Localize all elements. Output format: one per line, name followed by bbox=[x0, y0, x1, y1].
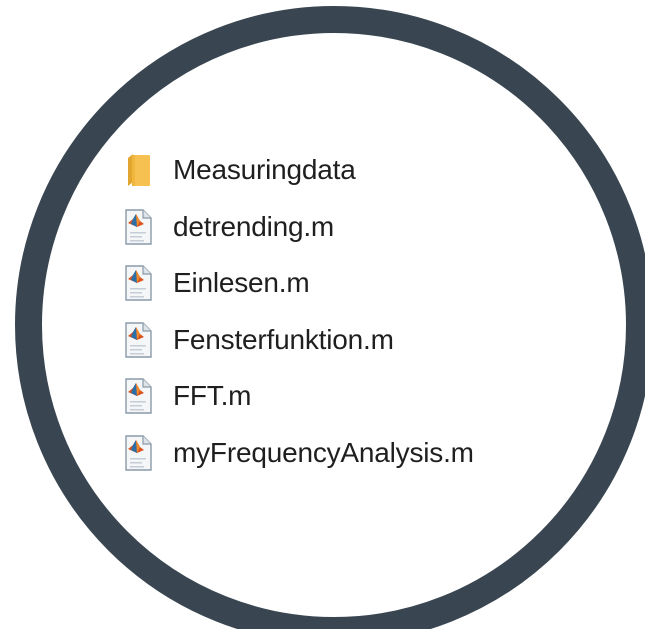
folder-item-measuringdata[interactable]: Measuringdata bbox=[122, 142, 474, 199]
matlab-file-icon bbox=[122, 207, 158, 247]
file-name: FFT.m bbox=[173, 380, 252, 412]
file-item-myfrequencyanalysis[interactable]: myFrequencyAnalysis.m bbox=[122, 425, 474, 482]
file-item-fensterfunktion[interactable]: Fensterfunktion.m bbox=[122, 312, 474, 369]
file-name: detrending.m bbox=[173, 210, 335, 242]
folder-icon bbox=[122, 150, 158, 190]
file-item-fft[interactable]: FFT.m bbox=[122, 368, 474, 425]
file-name: Einlesen.m bbox=[173, 267, 310, 299]
file-name: Measuringdata bbox=[173, 154, 356, 186]
file-list: Measuringdata detrending.m Einlesen.m Fe… bbox=[122, 142, 474, 481]
matlab-file-icon bbox=[122, 376, 158, 416]
matlab-file-icon bbox=[122, 433, 158, 473]
image-frame: Measuringdata detrending.m Einlesen.m Fe… bbox=[0, 0, 645, 629]
file-name: myFrequencyAnalysis.m bbox=[173, 436, 474, 468]
file-item-detrending[interactable]: detrending.m bbox=[122, 199, 474, 256]
matlab-file-icon bbox=[122, 263, 158, 303]
matlab-file-icon bbox=[122, 320, 158, 360]
file-item-einlesen[interactable]: Einlesen.m bbox=[122, 255, 474, 312]
file-name: Fensterfunktion.m bbox=[173, 323, 394, 355]
